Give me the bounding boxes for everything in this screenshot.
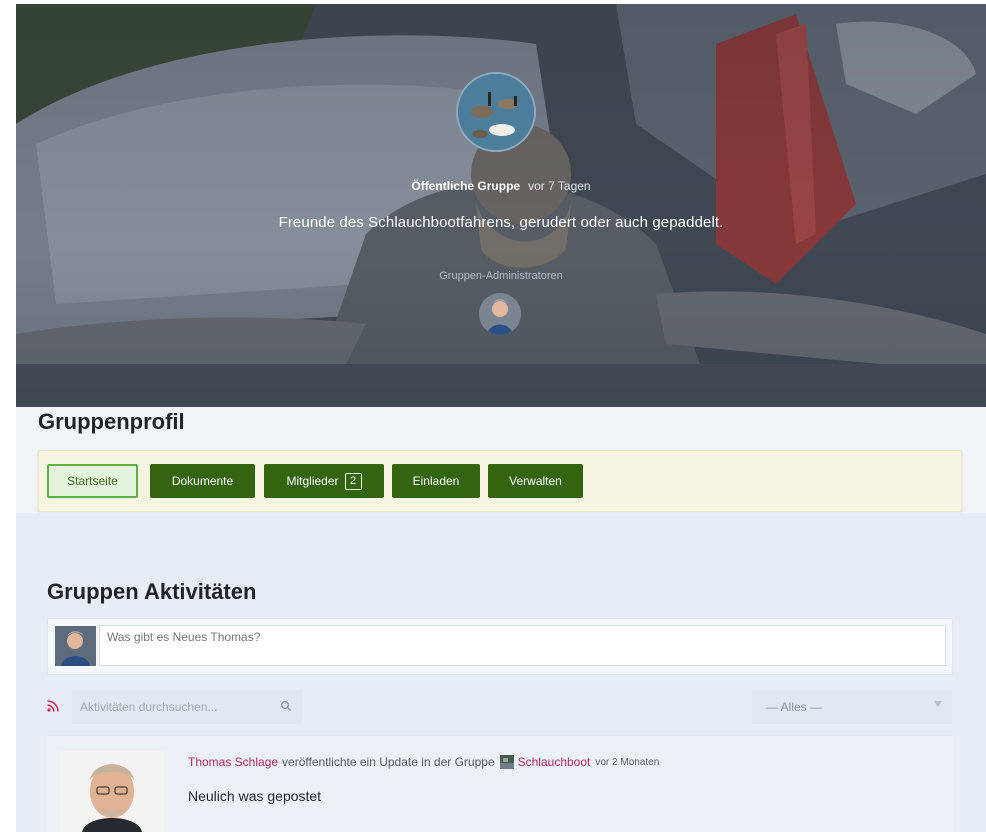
group-description: Freunde des Schlauchbootfahrens, geruder… [278,214,724,231]
group-created: vor 7 Tagen [528,179,591,193]
tab-label: Dokumente [171,474,234,488]
filter-value: — Alles — [766,700,823,714]
tab-dokumente[interactable]: Dokumente [150,464,255,498]
author-link[interactable]: Thomas Schlage [188,755,278,769]
tab-label: Verwalten [509,474,562,488]
tab-label: Einladen [412,474,460,488]
whats-new-input[interactable] [99,625,946,666]
tab-verwalten[interactable]: Verwalten [488,464,583,498]
tab-mitglieder[interactable]: Mitglieder 2 [264,464,384,498]
group-meta: Öffentliche Gruppe vor 7 Tagen [16,179,986,193]
admins-label: Gruppen-Administratoren [439,270,563,282]
search-icon[interactable] [280,700,292,712]
user-avatar[interactable] [55,626,96,666]
page-title: Gruppenprofil [38,409,185,434]
activity-search-input[interactable] [80,697,268,717]
group-type: Öffentliche Gruppe [411,179,521,193]
tab-startseite[interactable]: Startseite [47,464,138,498]
activity-action: veröffentlichte ein Update in der Gruppe [282,755,495,769]
activity-item: Thomas Schlage veröffentlichte ein Updat… [47,735,953,832]
activity-content: Neulich was gepostet [188,788,322,804]
author-avatar[interactable] [60,751,164,832]
activity-filter-select[interactable]: — Alles — [752,690,952,724]
group-link[interactable]: Schlauchboot [518,755,591,769]
activity-search [72,690,302,724]
chevron-down-icon [934,701,942,707]
tab-einladen[interactable]: Einladen [392,464,480,498]
member-count-badge: 2 [344,472,362,490]
group-nav: Startseite Dokumente Mitglieder 2 Einlad… [38,450,962,512]
activity-title: Gruppen Aktivitäten [47,579,257,604]
group-cover: Öffentliche Gruppe vor 7 Tagen Freunde de… [16,4,986,407]
tab-label: Startseite [67,474,118,488]
rss-icon[interactable] [47,700,59,712]
group-avatar[interactable] [456,72,536,152]
group-thumbnail[interactable] [499,755,514,769]
activity-header: Thomas Schlage veröffentlichte ein Updat… [188,755,659,769]
admin-avatar[interactable] [479,293,521,335]
tab-label: Mitglieder [286,474,339,488]
post-composer [47,618,953,675]
activity-timestamp[interactable]: vor 2 Monaten [595,757,659,768]
